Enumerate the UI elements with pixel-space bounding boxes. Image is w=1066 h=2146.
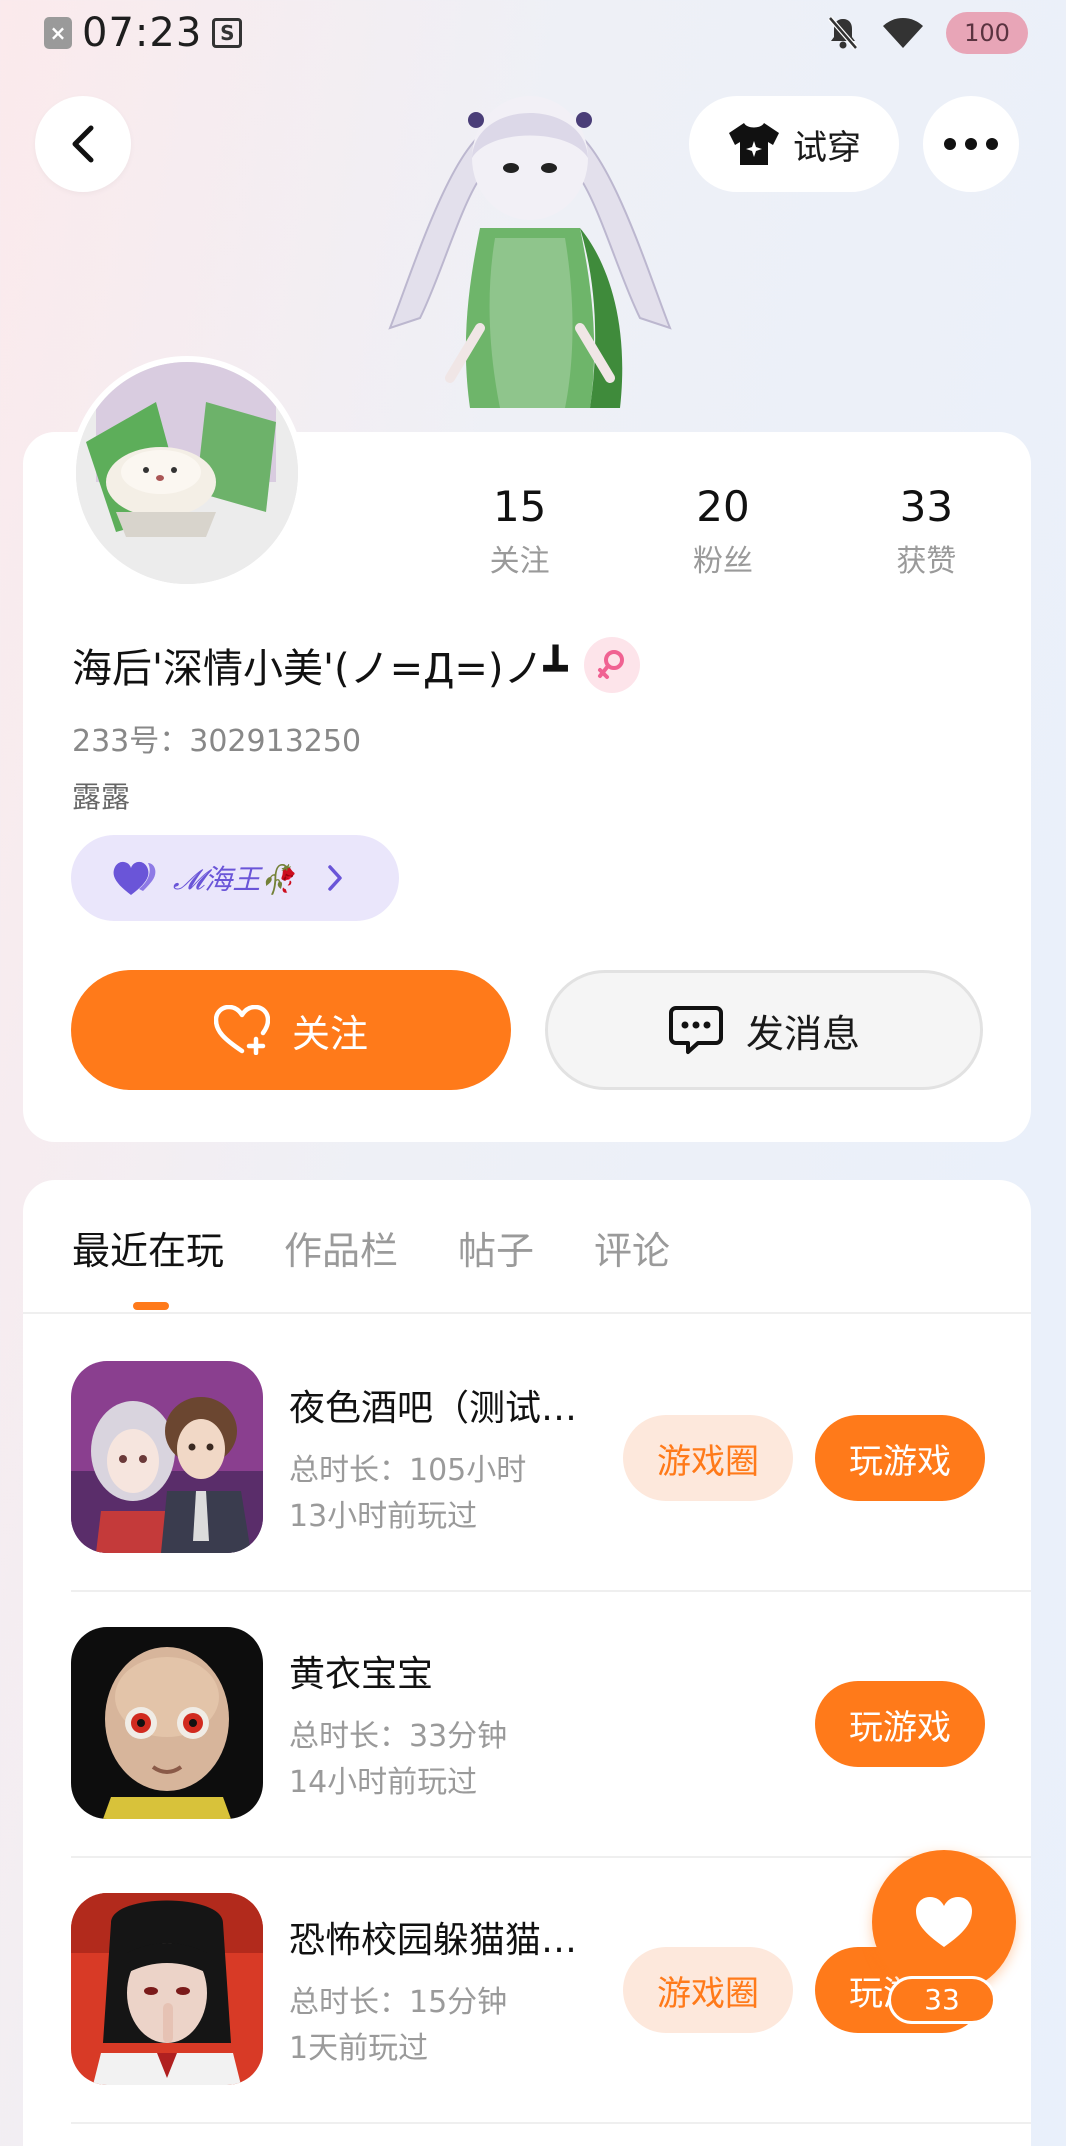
heart-plus-icon (213, 1005, 270, 1055)
try-on-label: 试穿 (793, 127, 861, 168)
stat-likes[interactable]: 33 获赞 (825, 482, 1028, 580)
game-icon (71, 1361, 263, 1553)
play-game-button[interactable]: 玩游戏 (815, 1415, 985, 1501)
heart-icon (916, 1897, 972, 1947)
stat-value: 20 (696, 482, 750, 531)
stat-label: 关注 (489, 544, 550, 579)
user-name: 海后'深情小美'(ノ=Д=)ノ┻ (72, 646, 568, 692)
back-button[interactable] (35, 96, 131, 192)
send-message-button[interactable]: 发消息 (545, 970, 983, 1090)
game-circle-button[interactable]: 游戏圈 (623, 1415, 793, 1501)
double-heart-icon (113, 861, 156, 895)
game-title: 黄衣宝宝 (289, 1654, 434, 1695)
tab-posts[interactable]: 帖子 (458, 1220, 534, 1275)
game-duration: 总时长：15分钟 (289, 1985, 508, 2020)
close-notification-icon: × (44, 17, 72, 49)
more-dots-icon (944, 138, 998, 150)
stat-value: 33 (899, 482, 954, 531)
stat-following[interactable]: 15 关注 (418, 482, 621, 580)
avatar-image (76, 362, 298, 584)
tab-recently-played[interactable]: 最近在玩 (72, 1220, 224, 1275)
chevron-left-icon (72, 125, 94, 163)
tab-comments[interactable]: 评论 (594, 1220, 670, 1275)
status-bar: × 07:23 S 100 (0, 0, 1066, 70)
message-label: 发消息 (745, 1011, 860, 1056)
female-gender-icon (583, 637, 640, 693)
title-badge[interactable]: 𝓜海王🥀 (71, 835, 399, 921)
game-duration: 总时长：105小时 (289, 1453, 527, 1488)
stat-label: 获赞 (896, 544, 957, 579)
row-divider (71, 1856, 1031, 1858)
active-tab-indicator (133, 1302, 169, 1310)
chat-bubble-icon (668, 1006, 723, 1054)
tab-works[interactable]: 作品栏 (284, 1220, 398, 1275)
avatar-figure (388, 96, 672, 408)
game-row[interactable]: 夜色酒吧（测试… 总时长：105小时 13小时前玩过 游戏圈 玩游戏 (71, 1361, 1031, 1553)
game-duration: 总时长：33分钟 (289, 1719, 508, 1754)
tabs-divider (23, 1312, 1031, 1314)
stat-value: 15 (492, 482, 547, 531)
status-time: 07:23 (82, 10, 203, 56)
row-divider (71, 1590, 1031, 1592)
user-bio: 露露 (72, 780, 131, 814)
stats-row: 15 关注 20 粉丝 33 获赞 (418, 482, 1028, 580)
follow-button[interactable]: 关注 (71, 970, 511, 1090)
wifi-icon (883, 18, 923, 48)
game-icon (71, 1627, 263, 1819)
profile-tabs: 最近在玩 作品栏 帖子 评论 (72, 1220, 670, 1275)
like-count: 33 (888, 1976, 996, 2024)
game-row[interactable]: 黄衣宝宝 总时长：33分钟 14小时前玩过 玩游戏 (71, 1627, 1031, 1819)
status-left: × 07:23 S (44, 10, 243, 56)
game-circle-button[interactable]: 游戏圈 (623, 1947, 793, 2033)
game-last-played: 13小时前玩过 (289, 1499, 478, 1534)
tshirt-icon (729, 123, 779, 165)
status-right: 100 (826, 12, 1028, 54)
more-button[interactable] (923, 96, 1019, 192)
s-app-icon: S (212, 18, 243, 48)
battery-indicator: 100 (946, 12, 1028, 54)
like-fab-button[interactable] (872, 1850, 1016, 1994)
mute-bell-icon (828, 16, 858, 50)
try-on-button[interactable]: 试穿 (689, 96, 899, 192)
game-title: 恐怖校园躲猫猫… (289, 1920, 578, 1961)
stat-label: 粉丝 (692, 544, 753, 579)
game-last-played: 1天前玩过 (289, 2031, 429, 2066)
user-id: 233号：302913250 (72, 724, 362, 759)
game-icon (71, 1893, 263, 2085)
avatar[interactable] (70, 356, 304, 590)
game-title: 夜色酒吧（测试… (289, 1388, 578, 1429)
row-divider (71, 2122, 1031, 2124)
stat-followers[interactable]: 20 粉丝 (621, 482, 824, 580)
follow-label: 关注 (291, 1011, 368, 1056)
name-row: 海后'深情小美'(ノ=Д=)ノ┻ (72, 636, 640, 694)
chevron-right-icon (328, 865, 342, 891)
badge-text: 𝓜海王🥀 (173, 863, 296, 896)
play-game-button[interactable]: 玩游戏 (815, 1681, 985, 1767)
game-last-played: 14小时前玩过 (289, 1765, 478, 1800)
